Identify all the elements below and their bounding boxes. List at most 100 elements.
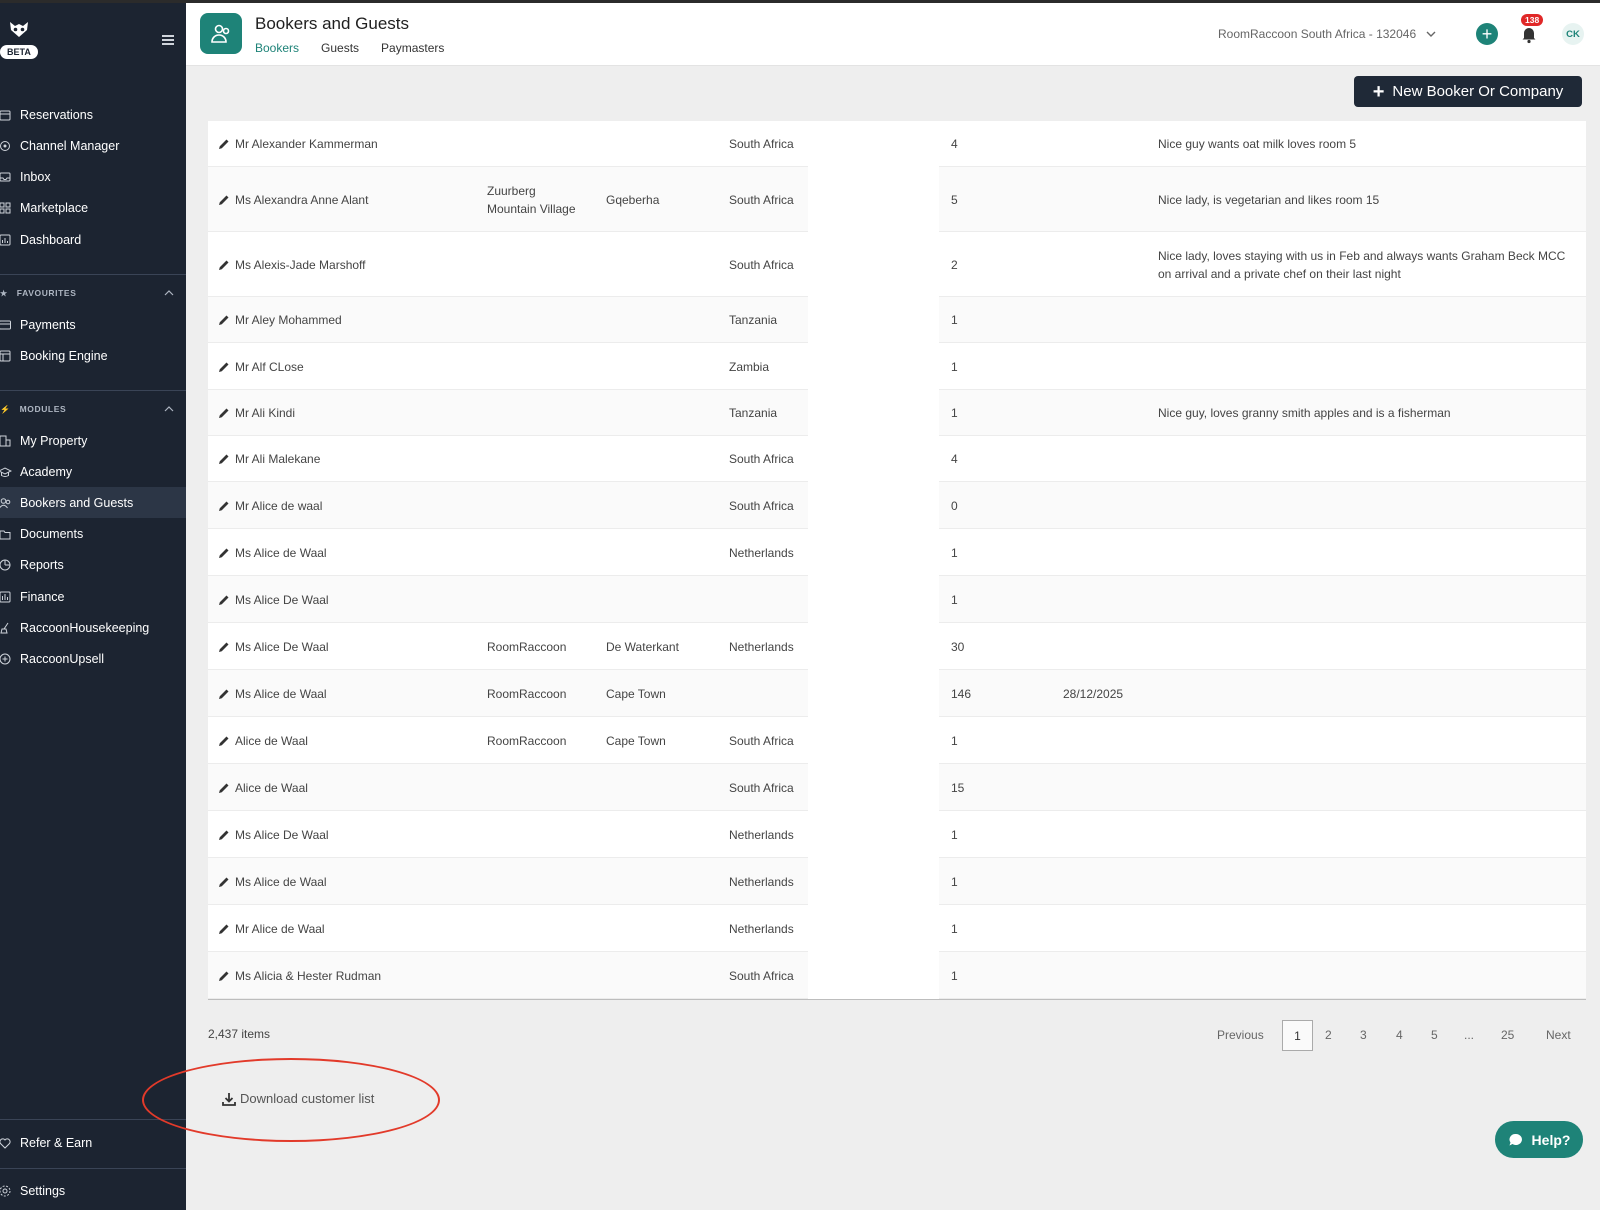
new-booker-button[interactable]: + New Booker Or Company [1354, 76, 1582, 107]
table-row[interactable]: Ms Alice de Waal RoomRaccoon Cape Town 146 2… [208, 670, 1586, 717]
booker-name[interactable]: Ms Alexis-Jade Marshoff [218, 232, 366, 297]
table-row[interactable]: Alice de Waal South Africa 15 [208, 764, 1586, 811]
sidebar-item-finance[interactable]: Finance [0, 581, 186, 612]
table-row[interactable]: Ms Alice de Waal Netherlands 1 [208, 858, 1586, 905]
pagination-next[interactable]: Next [1546, 1028, 1571, 1042]
sidebar-item-bookers-and-guests[interactable]: Bookers and Guests [0, 487, 186, 518]
booker-name[interactable]: Mr Aley Mohammed [218, 297, 342, 343]
menu-toggle-icon[interactable] [162, 35, 174, 45]
add-icon[interactable]: + [1476, 23, 1498, 45]
pagination-page[interactable]: 3 [1360, 1028, 1367, 1042]
sidebar-item-booking-engine[interactable]: Booking Engine [0, 340, 186, 371]
pagination-page[interactable]: 25 [1501, 1028, 1514, 1042]
pagination-page[interactable]: 2 [1325, 1028, 1332, 1042]
table-row[interactable]: Ms Alice De Waal Netherlands 1 [208, 811, 1586, 858]
favourites-section[interactable]: ★ FAVOURITES [0, 288, 174, 298]
booker-name[interactable]: Mr Alice de waal [218, 482, 322, 529]
booker-name[interactable]: Mr Alf CLose [218, 343, 304, 390]
booker-name[interactable]: Ms Alice De Waal [218, 623, 329, 670]
booker-name[interactable]: Ms Alexandra Anne Alant [218, 167, 368, 232]
pencil-icon[interactable] [218, 453, 230, 465]
booker-name[interactable]: Ms Alice de Waal [218, 670, 327, 717]
pencil-icon[interactable] [218, 361, 230, 373]
help-button[interactable]: Help? [1495, 1121, 1583, 1158]
sidebar-item-settings[interactable]: Settings [0, 1175, 186, 1206]
table-row[interactable]: Mr Alice de waal South Africa 0 [208, 482, 1586, 529]
booker-name[interactable]: Mr Alice de Waal [218, 905, 325, 952]
booker-notes: Nice lady, is vegetarian and likes room … [1158, 192, 1380, 207]
table-row[interactable]: Alice de Waal RoomRaccoon Cape Town South A… [208, 717, 1586, 764]
booker-name[interactable]: Ms Alicia & Hester Rudman [218, 952, 381, 999]
pencil-icon[interactable] [218, 782, 230, 794]
sidebar-item-label: Refer & Earn [20, 1135, 93, 1150]
tab-guests[interactable]: Guests [321, 41, 359, 55]
booker-name[interactable]: Alice de Waal [218, 717, 308, 764]
sidebar-item-inbox[interactable]: Inbox [0, 161, 186, 192]
pagination-page[interactable]: ... [1464, 1028, 1474, 1042]
booker-name[interactable]: Mr Ali Malekane [218, 436, 320, 482]
tab-bookers[interactable]: Bookers [255, 41, 299, 55]
sidebar-item-raccoonhousekeeping[interactable]: RaccoonHousekeeping [0, 612, 186, 643]
sidebar-item-academy[interactable]: Academy [0, 456, 186, 487]
property-selector[interactable]: RoomRaccoon South Africa - 132046 [1218, 27, 1436, 41]
pencil-icon[interactable] [218, 194, 230, 206]
booker-name[interactable]: Ms Alice de Waal [218, 858, 327, 905]
pencil-icon[interactable] [218, 259, 230, 271]
table-row[interactable]: Mr Ali Malekane South Africa 4 [208, 436, 1586, 482]
table-row[interactable]: Mr Alf CLose Zambia 1 [208, 343, 1586, 390]
booker-name[interactable]: Alice de Waal [218, 764, 308, 811]
tab-paymasters[interactable]: Paymasters [381, 41, 444, 55]
pencil-icon[interactable] [218, 735, 230, 747]
chevron-up-icon [164, 406, 174, 412]
table-row[interactable]: Ms Alice de Waal Netherlands 1 [208, 529, 1586, 576]
booker-country: South Africa [729, 257, 794, 272]
pagination-page[interactable]: 4 [1396, 1028, 1403, 1042]
sidebar-item-refer-earn[interactable]: Refer & Earn [0, 1127, 186, 1158]
table-row[interactable]: Mr Ali Kindi Tanzania 1 Nice guy, loves gra… [208, 390, 1586, 436]
booker-name[interactable]: Ms Alice de Waal [218, 529, 327, 576]
table-row[interactable]: Ms Alexandra Anne Alant Zuurberg Mountain… [208, 167, 1586, 232]
sidebar-item-raccoonupsell[interactable]: RaccoonUpsell [0, 643, 186, 674]
pencil-icon[interactable] [218, 641, 230, 653]
pencil-icon[interactable] [218, 314, 230, 326]
booker-company: RoomRaccoon [487, 686, 567, 701]
modules-section[interactable]: ⚡ MODULES [0, 404, 174, 414]
sidebar-item-dashboard[interactable]: Dashboard [0, 224, 186, 255]
pencil-icon[interactable] [218, 594, 230, 606]
pencil-icon[interactable] [218, 547, 230, 559]
user-avatar[interactable]: CK [1562, 23, 1584, 45]
table-row[interactable]: Ms Alice De Waal RoomRaccoon De Waterkant N… [208, 623, 1586, 670]
sidebar-item-channel-manager[interactable]: Channel Manager [0, 130, 186, 161]
sidebar-item-my-property[interactable]: My Property [0, 425, 186, 456]
pencil-icon[interactable] [218, 500, 230, 512]
table-row[interactable]: Ms Alexis-Jade Marshoff South Africa 2 Nice… [208, 232, 1586, 297]
sidebar-item-marketplace[interactable]: Marketplace [0, 192, 186, 223]
sidebar-item-payments[interactable]: Payments [0, 309, 186, 340]
sidebar-item-documents[interactable]: Documents [0, 518, 186, 549]
table-row[interactable]: Mr Alexander Kammerman South Africa 4 Nice … [208, 121, 1586, 167]
bell-icon[interactable] [1518, 23, 1540, 45]
table-row[interactable]: Mr Alice de Waal Netherlands 1 [208, 905, 1586, 952]
pagination-page[interactable]: 1 [1282, 1020, 1313, 1051]
calendar-icon [0, 108, 12, 122]
booker-name[interactable]: Ms Alice De Waal [218, 811, 329, 858]
pencil-icon[interactable] [218, 688, 230, 700]
pencil-icon[interactable] [218, 829, 230, 841]
pagination-page[interactable]: 5 [1431, 1028, 1438, 1042]
pencil-icon[interactable] [218, 876, 230, 888]
booker-name[interactable]: Mr Alexander Kammerman [218, 121, 378, 167]
sidebar-item-reservations[interactable]: Reservations [0, 99, 186, 130]
table-row[interactable]: Ms Alice De Waal 1 [208, 576, 1586, 623]
pencil-icon[interactable] [218, 923, 230, 935]
pencil-icon[interactable] [218, 138, 230, 150]
raccoon-logo-icon[interactable] [8, 20, 30, 40]
pagination-previous[interactable]: Previous [1217, 1028, 1264, 1042]
sidebar-item-reports[interactable]: Reports [0, 549, 186, 580]
booker-company: RoomRaccoon [487, 733, 567, 748]
booker-name[interactable]: Mr Ali Kindi [218, 390, 295, 436]
pencil-icon[interactable] [218, 407, 230, 419]
pencil-icon[interactable] [218, 970, 230, 982]
table-row[interactable]: Mr Aley Mohammed Tanzania 1 [208, 297, 1586, 343]
table-row[interactable]: Ms Alicia & Hester Rudman South Africa 1 [208, 952, 1586, 999]
booker-name[interactable]: Ms Alice De Waal [218, 576, 329, 623]
